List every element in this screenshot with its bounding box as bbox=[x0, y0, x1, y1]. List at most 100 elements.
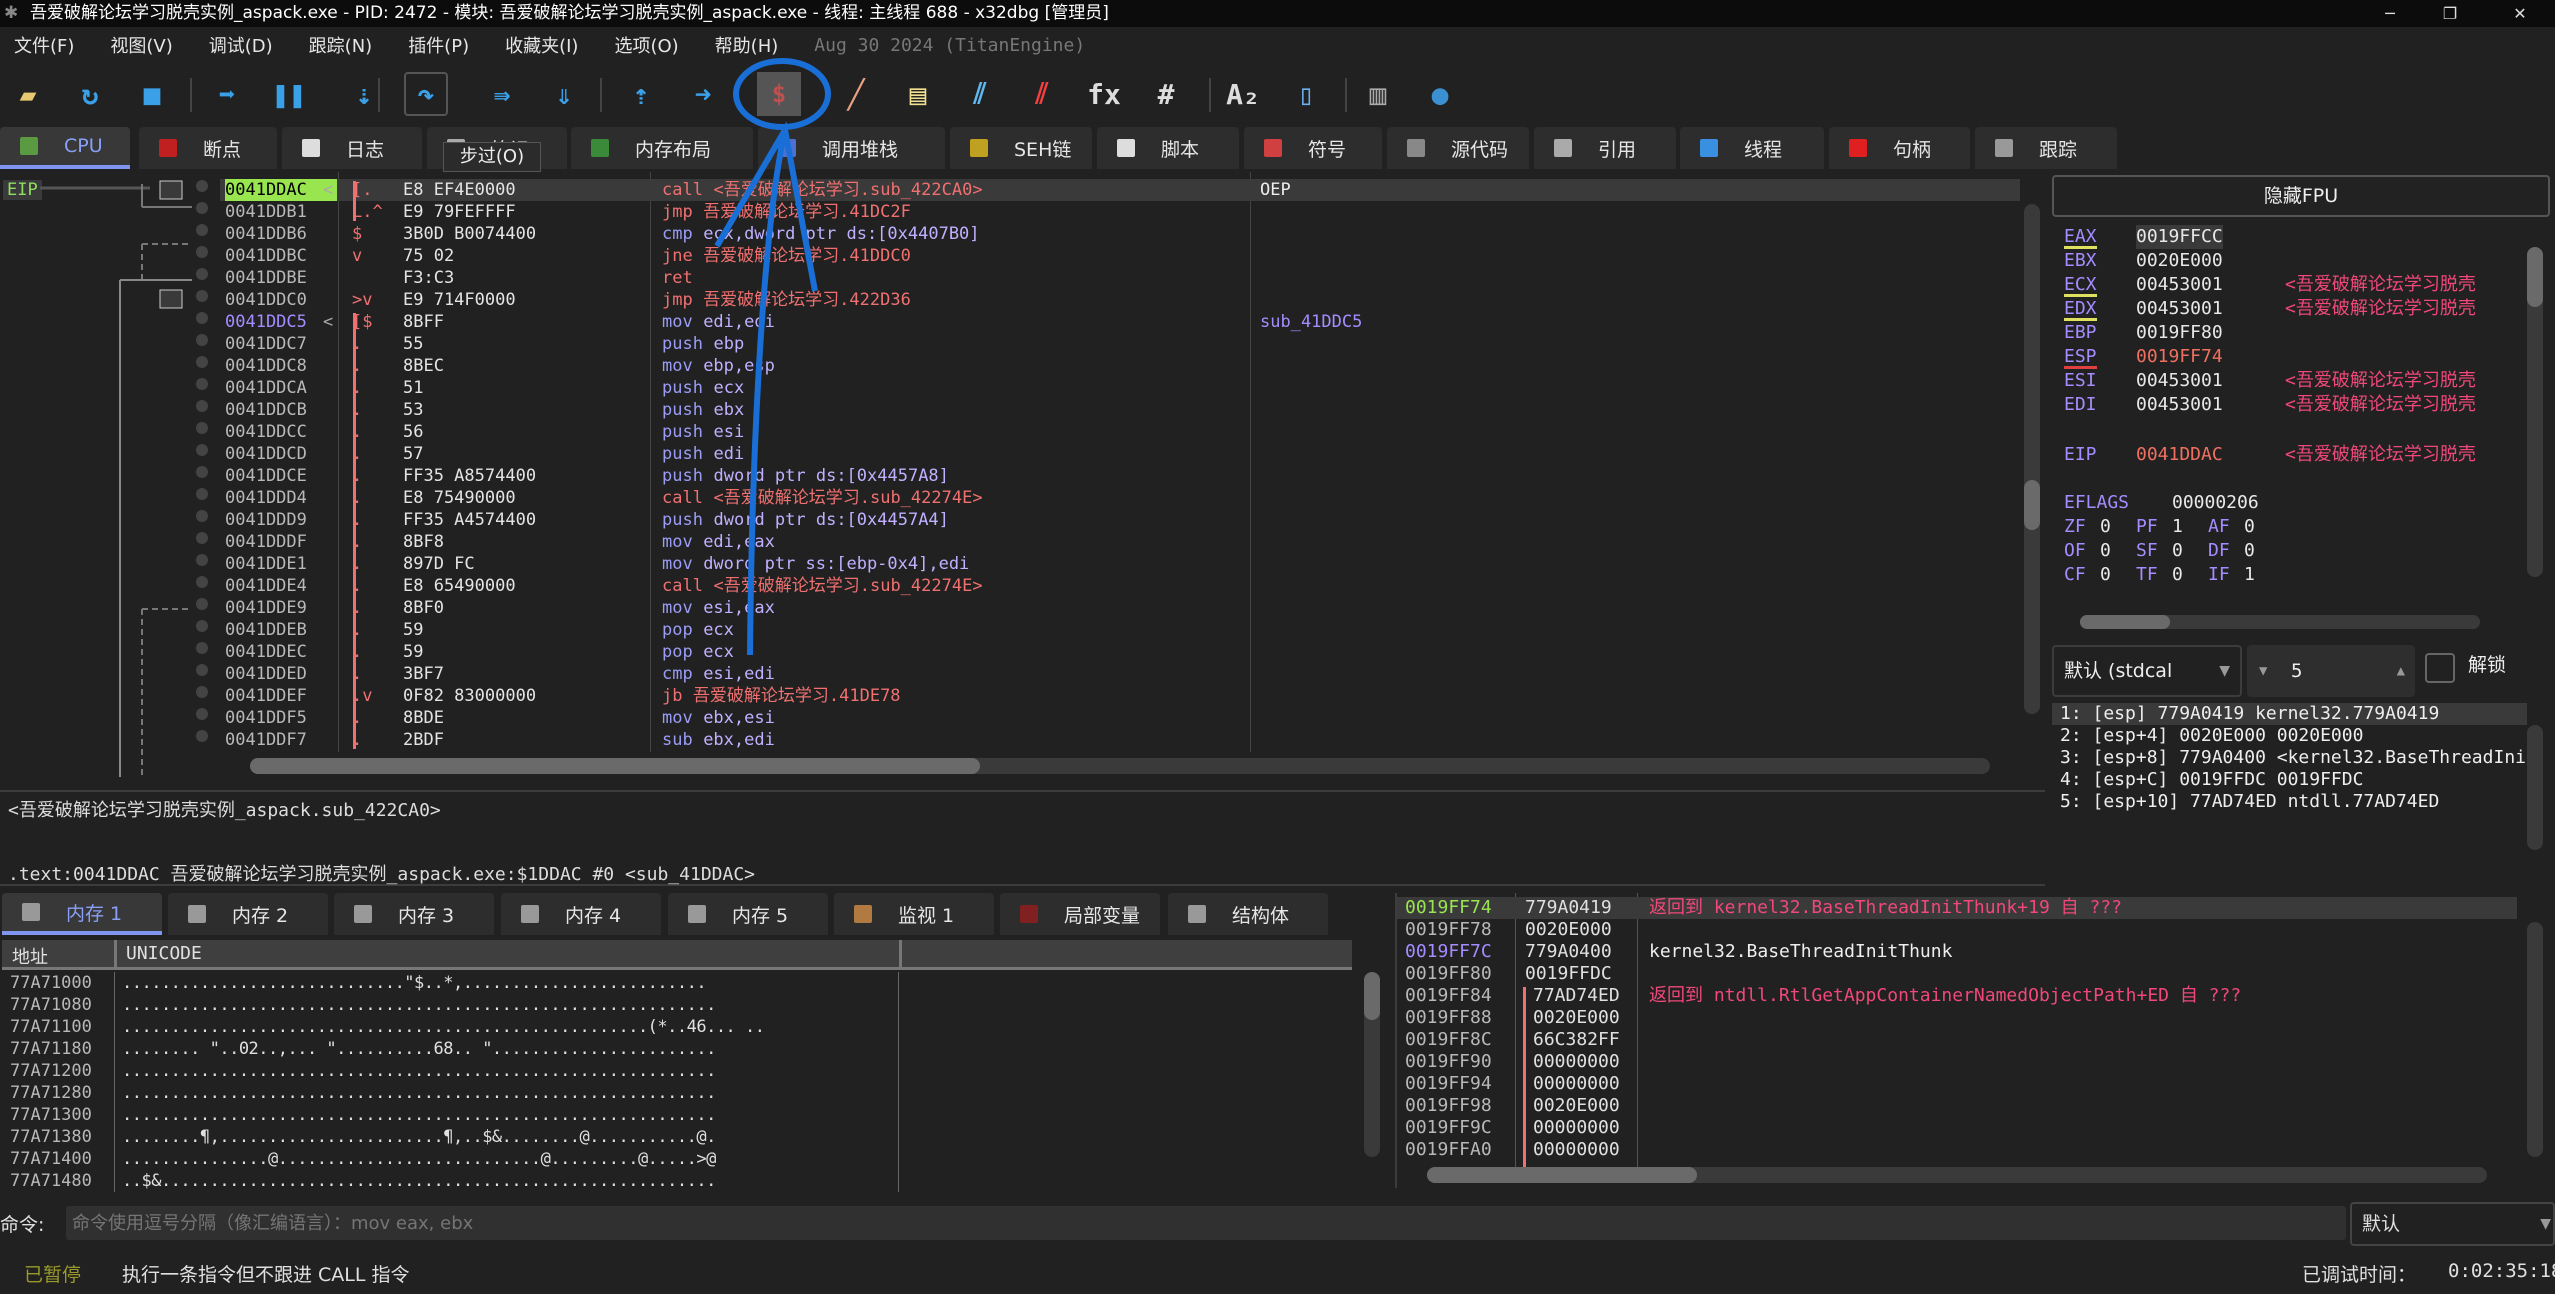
stack-row[interactable]: 0019FF78 0020E000 bbox=[1397, 919, 2517, 941]
breakpoint-toggle[interactable] bbox=[196, 686, 208, 698]
disasm-row[interactable]: 0041DDC5 < [$ 8BFF mov edi,edi sub_41DDC5 bbox=[220, 311, 2020, 333]
disasm-row[interactable]: 0041DDCA . 51 push ecx bbox=[220, 377, 2020, 399]
breakpoint-toggle[interactable] bbox=[196, 730, 208, 742]
disasm-row[interactable]: 0041DDCB . 53 push ebx bbox=[220, 399, 2020, 421]
breakpoint-toggle[interactable] bbox=[196, 708, 208, 720]
font-icon[interactable]: A₂ bbox=[1221, 72, 1265, 116]
breakpoint-toggle[interactable] bbox=[196, 510, 208, 522]
breakpoint-toggle[interactable] bbox=[196, 180, 208, 192]
dump-data[interactable]: ........ "..02..,... "..........68.. "..… bbox=[122, 1038, 897, 1060]
dump-tab-4[interactable]: 内存 5 bbox=[668, 893, 828, 935]
flag-value[interactable]: 0 bbox=[2100, 563, 2111, 587]
menu-item-0[interactable]: 文件(F) bbox=[14, 32, 92, 58]
pause-icon[interactable]: ❚❚ bbox=[267, 72, 311, 116]
breakpoint-toggle[interactable] bbox=[196, 400, 208, 412]
disasm-row[interactable]: 0041DDEC . 59 pop ecx bbox=[220, 641, 2020, 663]
flag-value[interactable]: 1 bbox=[2172, 515, 2183, 539]
breakpoint-toggle[interactable] bbox=[196, 268, 208, 280]
close-button[interactable]: ✕ bbox=[2490, 0, 2550, 27]
execute-till-return-icon[interactable]: ⇡ bbox=[619, 72, 663, 116]
register-value[interactable]: 0020E000 bbox=[2136, 249, 2223, 273]
disasm-row[interactable]: 0041DDED . 3BF7 cmp esi,edi bbox=[220, 663, 2020, 685]
dump-data[interactable]: ........................................… bbox=[122, 994, 897, 1016]
functions-icon[interactable]: fx bbox=[1082, 72, 1126, 116]
disasm-row[interactable]: 0041DDCE . FF35 A8574400 push dword ptr ds:… bbox=[220, 465, 2020, 487]
dump-data[interactable]: ...............@........................… bbox=[122, 1148, 897, 1170]
disasm-row[interactable]: 0041DDF7 . 2BDF sub ebx,edi bbox=[220, 729, 2020, 751]
flag-value[interactable]: 0 bbox=[2172, 539, 2183, 563]
dump-tab-2[interactable]: 内存 3 bbox=[334, 893, 494, 935]
calling-convention-select[interactable]: 默认 (stdcal ▼ bbox=[2052, 645, 2242, 697]
register-value[interactable]: 00453001 bbox=[2136, 273, 2223, 297]
decrement-icon[interactable]: ▼ bbox=[2259, 645, 2267, 697]
stack-row[interactable]: 0019FFA0 00000000 bbox=[1397, 1139, 2517, 1161]
breakpoint-toggle[interactable] bbox=[196, 378, 208, 390]
breakpoint-toggle[interactable] bbox=[196, 444, 208, 456]
stack-view[interactable]: 0019FF74 779A0419 返回到 kernel32.BaseThreadI… bbox=[1395, 893, 2555, 1188]
argument-row[interactable]: 3: [esp+8] 779A0400 <kernel32.BaseThread… bbox=[2052, 747, 2527, 769]
stack-row[interactable]: 0019FF9C 00000000 bbox=[1397, 1117, 2517, 1139]
disassembly-hscrollbar[interactable] bbox=[230, 756, 2010, 776]
breakpoint-toggle[interactable] bbox=[196, 202, 208, 214]
col-unicode[interactable]: UNICODE bbox=[126, 943, 202, 964]
memory-dump[interactable]: 77A71000 ............................."$.… bbox=[0, 972, 1360, 1192]
disasm-row[interactable]: 0041DDEF .v 0F82 83000000 jb 吾爱破解论坛学习.41DE7… bbox=[220, 685, 2020, 707]
scylla-dump-icon[interactable]: $ bbox=[757, 72, 801, 116]
dump-tab-0[interactable]: 内存 1 bbox=[2, 893, 162, 935]
flag-value[interactable]: 1 bbox=[2244, 563, 2255, 587]
disasm-row[interactable]: 0041DDEB . 59 pop ecx bbox=[220, 619, 2020, 641]
disasm-row[interactable]: 0041DDAC < [. E8 EF4E0000 call <吾爱破解论坛学习.sub_… bbox=[220, 179, 2020, 201]
breakpoint-toggle[interactable] bbox=[196, 620, 208, 632]
tab-memory-map[interactable]: 内存布局 bbox=[571, 127, 753, 169]
globe-icon[interactable]: ● bbox=[1418, 72, 1462, 116]
dump-tab-7[interactable]: 结构体 bbox=[1168, 893, 1328, 935]
argument-row[interactable]: 4: [esp+C] 0019FFDC 0019FFDC bbox=[2052, 769, 2527, 791]
registers-hscrollbar[interactable] bbox=[2060, 613, 2510, 631]
tab-breakpoint[interactable]: 断点 bbox=[139, 127, 277, 169]
disasm-row[interactable]: 0041DDB6 $3B0D B0074400 cmp ecx,dword ptr … bbox=[220, 223, 2020, 245]
run-to-user-code-icon[interactable]: ➜ bbox=[681, 72, 725, 116]
argument-row[interactable]: 2: [esp+4] 0020E000 0020E000 bbox=[2052, 725, 2527, 747]
maximize-button[interactable]: ❐ bbox=[2420, 0, 2480, 27]
menu-item-5[interactable]: 收藏夹(I) bbox=[505, 32, 596, 58]
disasm-row[interactable]: 0041DDF5 . 8BDE mov ebx,esi bbox=[220, 707, 2020, 729]
arguments-vscrollbar[interactable] bbox=[2525, 705, 2545, 880]
tab-callstack[interactable]: 调用堆栈 bbox=[758, 127, 945, 169]
disasm-row[interactable]: 0041DDD4 . E8 75490000 call <吾爱破解论坛学习.sub_4… bbox=[220, 487, 2020, 509]
breakpoint-toggle[interactable] bbox=[196, 554, 208, 566]
breakpoint-toggle[interactable] bbox=[196, 598, 208, 610]
disasm-row[interactable]: 0041DDE9 . 8BF0 mov esi,eax bbox=[220, 597, 2020, 619]
menu-item-7[interactable]: 帮助(H) bbox=[715, 32, 797, 58]
dump-data[interactable]: ........¶,.......................¶,..$&.… bbox=[122, 1126, 897, 1148]
stack-row[interactable]: 0019FF98 0020E000 bbox=[1397, 1095, 2517, 1117]
bookmarks-icon[interactable]: ⫽ bbox=[1020, 72, 1064, 116]
tab-log[interactable]: 日志 bbox=[282, 127, 422, 169]
stack-row[interactable]: 0019FF8C 66C382FF bbox=[1397, 1029, 2517, 1051]
argument-row[interactable]: 5: [esp+10] 77AD74ED ntdll.77AD74ED bbox=[2052, 791, 2527, 813]
disasm-row[interactable]: 0041DDC7 . 55 push ebp bbox=[220, 333, 2020, 355]
menu-item-3[interactable]: 跟踪(N) bbox=[309, 32, 391, 58]
stack-hscrollbar[interactable] bbox=[1405, 1165, 2525, 1185]
tab-seh[interactable]: SEH链 bbox=[950, 127, 1092, 169]
breakpoint-toggle[interactable] bbox=[196, 356, 208, 368]
register-value[interactable]: 0019FFCC bbox=[2136, 225, 2223, 249]
stack-row[interactable]: 0019FF84 77AD74ED 返回到 ntdll.RtlGetAppConta… bbox=[1397, 985, 2517, 1007]
disasm-row[interactable]: 0041DDC8 . 8BEC mov ebp,esp bbox=[220, 355, 2020, 377]
disasm-row[interactable]: 0041DDBC v 75 02 jne 吾爱破解论坛学习.41DDC0 bbox=[220, 245, 2020, 267]
breakpoint-toggle[interactable] bbox=[196, 334, 208, 346]
breakpoint-toggle[interactable] bbox=[196, 576, 208, 588]
dump-tab-5[interactable]: 监视 1 bbox=[834, 893, 994, 935]
tab-symbols[interactable]: 符号 bbox=[1244, 127, 1382, 169]
command-input[interactable] bbox=[66, 1206, 2346, 1240]
register-value[interactable]: 0019FF80 bbox=[2136, 321, 2223, 345]
disasm-row[interactable]: 0041DDBE F3:C3 ret bbox=[220, 267, 2020, 289]
disasm-row[interactable]: 0041DDD9 . FF35 A4574400 push dword ptr ds:… bbox=[220, 509, 2020, 531]
menu-item-6[interactable]: 选项(O) bbox=[614, 32, 696, 58]
labels-icon[interactable]: ⫽ bbox=[958, 72, 1002, 116]
col-address[interactable]: 地址 bbox=[12, 943, 48, 969]
dump-data[interactable]: ........................................… bbox=[122, 1060, 897, 1082]
stack-row[interactable]: 0019FF80 0019FFDC bbox=[1397, 963, 2517, 985]
minimize-button[interactable]: ─ bbox=[2360, 0, 2420, 27]
patch-icon[interactable]: ╱ bbox=[834, 72, 878, 116]
stop-icon[interactable]: ■ bbox=[130, 72, 174, 116]
